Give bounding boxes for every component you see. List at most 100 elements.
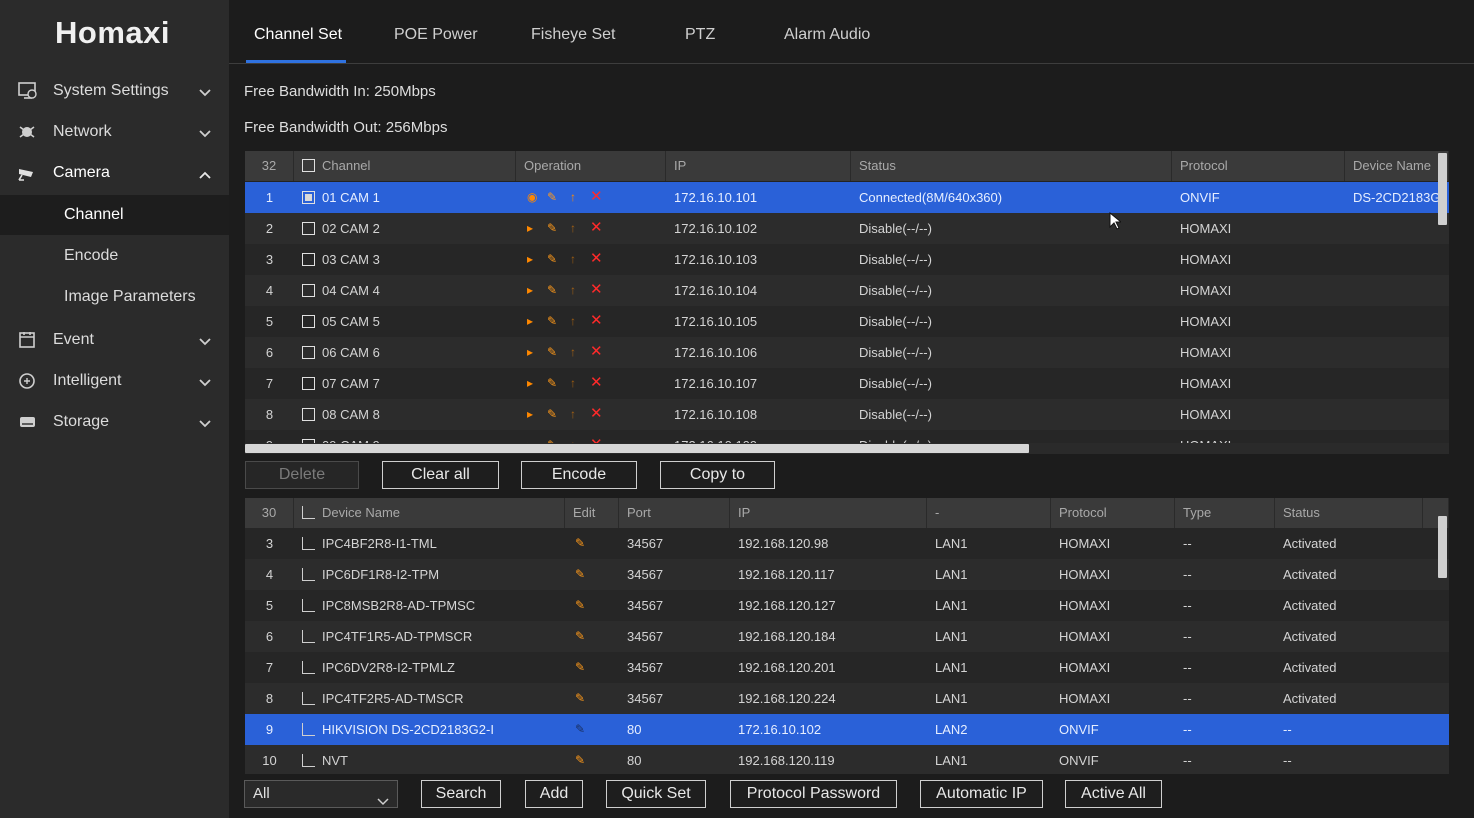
row-checkbox[interactable] (302, 408, 315, 422)
delete-icon[interactable]: ✕ (590, 336, 603, 367)
edit-icon[interactable]: ✎ (575, 528, 585, 559)
table-row[interactable]: 9 HIKVISION DS-2CD2183G2-I ✎ 80 172.16.10.10… (245, 714, 1449, 745)
copy-to-button[interactable]: Copy to (660, 461, 775, 489)
edit-icon[interactable]: ✎ (547, 244, 557, 275)
row-checkbox[interactable] (302, 599, 315, 613)
sidebar-item-intelligent[interactable]: Intelligent (0, 361, 229, 401)
edit-icon[interactable]: ✎ (547, 306, 557, 337)
row-checkbox[interactable] (302, 661, 315, 675)
encode-button[interactable]: Encode (521, 461, 637, 489)
hscroll-thumb[interactable] (245, 444, 1029, 453)
play-icon[interactable]: ▸ (527, 368, 533, 399)
play-icon[interactable]: ▸ (527, 244, 533, 275)
upload-icon[interactable]: ↑ (570, 244, 576, 275)
device-table-vscrollbar[interactable] (1438, 516, 1447, 578)
table-row[interactable]: 3 03 CAM 3 ▸ ✎ ↑ ✕ 172.16.10.103 Disable(--/--)… (245, 244, 1449, 275)
table-row[interactable]: 8 08 CAM 8 ▸ ✎ ↑ ✕ 172.16.10.108 Disable(--/--)… (245, 399, 1449, 430)
delete-icon[interactable]: ✕ (590, 305, 603, 336)
edit-icon[interactable]: ✎ (547, 368, 557, 399)
row-checkbox[interactable] (302, 253, 315, 267)
table-row[interactable]: 5 IPC8MSB2R8-AD-TPMSC ✎ 34567 192.168.120.12… (245, 590, 1449, 621)
edit-icon[interactable]: ✎ (575, 745, 585, 774)
row-checkbox[interactable] (302, 723, 315, 737)
row-checkbox[interactable] (302, 191, 315, 205)
filter-select[interactable]: All (244, 780, 398, 808)
table-row[interactable]: 6 IPC4TF1R5-AD-TPMSCR ✎ 34567 192.168.120.18… (245, 621, 1449, 652)
upload-icon[interactable]: ↑ (570, 213, 576, 244)
edit-icon[interactable]: ✎ (547, 182, 557, 213)
edit-icon[interactable]: ✎ (547, 275, 557, 306)
search-button[interactable]: Search (421, 780, 501, 808)
channel-table-vscrollbar[interactable] (1438, 153, 1447, 225)
upload-icon[interactable]: ↑ (570, 182, 576, 213)
delete-icon[interactable]: ✕ (590, 398, 603, 429)
table-row[interactable]: 3 IPC4BF2R8-I1-TML ✎ 34567 192.168.120.98 LAN… (245, 528, 1449, 559)
row-checkbox[interactable] (302, 568, 315, 582)
row-checkbox[interactable] (302, 630, 315, 644)
active-all-button[interactable]: Active All (1065, 780, 1162, 808)
sidebar-sub-encode[interactable]: Encode (0, 236, 229, 276)
header-channel[interactable]: Channel (294, 151, 516, 181)
quick-set-button[interactable]: Quick Set (606, 780, 706, 808)
table-row[interactable]: 6 06 CAM 6 ▸ ✎ ↑ ✕ 172.16.10.106 Disable(--/--)… (245, 337, 1449, 368)
play-icon[interactable]: ▸ (527, 275, 533, 306)
play-icon[interactable]: ◉ (527, 182, 537, 213)
row-checkbox[interactable] (302, 692, 315, 706)
sidebar-item-storage[interactable]: Storage (0, 402, 229, 442)
sidebar-sub-image-parameters[interactable]: Image Parameters (0, 277, 229, 317)
play-icon[interactable]: ▸ (527, 213, 533, 244)
delete-button[interactable]: Delete (245, 461, 359, 489)
play-icon[interactable]: ▸ (527, 337, 533, 368)
edit-icon[interactable]: ✎ (575, 683, 585, 714)
select-all-checkbox[interactable] (302, 159, 315, 173)
edit-icon[interactable]: ✎ (575, 590, 585, 621)
delete-icon[interactable]: ✕ (590, 181, 603, 212)
tab-ptz[interactable]: PTZ (685, 26, 715, 44)
channel-table-hscrollbar[interactable] (245, 443, 1449, 454)
edit-icon[interactable]: ✎ (547, 337, 557, 368)
row-checkbox[interactable] (302, 346, 315, 360)
upload-icon[interactable]: ↑ (570, 399, 576, 430)
tab-channel-set[interactable]: Channel Set (254, 26, 342, 44)
table-row[interactable]: 8 IPC4TF2R5-AD-TMSCR ✎ 34567 192.168.120.224… (245, 683, 1449, 714)
table-row[interactable]: 4 04 CAM 4 ▸ ✎ ↑ ✕ 172.16.10.104 Disable(--/--)… (245, 275, 1449, 306)
edit-icon[interactable]: ✎ (575, 652, 585, 683)
delete-icon[interactable]: ✕ (590, 274, 603, 305)
edit-icon[interactable]: ✎ (575, 559, 585, 590)
table-row[interactable]: 10 NVT ✎ 80 192.168.120.119 LAN1 ONVIF -- -- (245, 745, 1449, 774)
tab-fisheye-set[interactable]: Fisheye Set (531, 26, 615, 44)
delete-icon[interactable]: ✕ (590, 243, 603, 274)
upload-icon[interactable]: ↑ (570, 337, 576, 368)
row-checkbox[interactable] (302, 315, 315, 329)
sidebar-item-event[interactable]: Event (0, 320, 229, 360)
table-row[interactable]: 4 IPC6DF1R8-I2-TPM ✎ 34567 192.168.120.117 LA… (245, 559, 1449, 590)
sidebar-item-camera[interactable]: Camera (0, 153, 229, 193)
delete-icon[interactable]: ✕ (590, 367, 603, 398)
play-icon[interactable]: ▸ (527, 430, 533, 443)
edit-icon[interactable]: ✎ (547, 399, 557, 430)
row-checkbox[interactable] (302, 222, 315, 236)
row-checkbox[interactable] (302, 754, 315, 768)
table-row[interactable]: 2 02 CAM 2 ▸ ✎ ↑ ✕ 172.16.10.102 Disable(--/--)… (245, 213, 1449, 244)
clear-all-button[interactable]: Clear all (382, 461, 499, 489)
table-row[interactable]: 7 07 CAM 7 ▸ ✎ ↑ ✕ 172.16.10.107 Disable(--/--)… (245, 368, 1449, 399)
edit-icon[interactable]: ✎ (547, 430, 557, 443)
play-icon[interactable]: ▸ (527, 399, 533, 430)
row-checkbox[interactable] (302, 537, 315, 551)
row-checkbox[interactable] (302, 377, 315, 391)
select-all-checkbox[interactable] (302, 506, 315, 520)
automatic-ip-button[interactable]: Automatic IP (920, 780, 1043, 808)
table-row[interactable]: 5 05 CAM 5 ▸ ✎ ↑ ✕ 172.16.10.105 Disable(--/--)… (245, 306, 1449, 337)
add-button[interactable]: Add (525, 780, 583, 808)
upload-icon[interactable]: ↑ (570, 368, 576, 399)
sidebar-item-system-settings[interactable]: System Settings (0, 71, 229, 111)
protocol-password-button[interactable]: Protocol Password (730, 780, 897, 808)
tab-poe-power[interactable]: POE Power (394, 26, 478, 44)
upload-icon[interactable]: ↑ (570, 306, 576, 337)
play-icon[interactable]: ▸ (527, 306, 533, 337)
edit-icon[interactable]: ✎ (575, 621, 585, 652)
sidebar-sub-channel[interactable]: Channel (0, 195, 229, 235)
table-row[interactable]: 7 IPC6DV2R8-I2-TPMLZ ✎ 34567 192.168.120.201… (245, 652, 1449, 683)
upload-icon[interactable]: ↑ (570, 430, 576, 443)
upload-icon[interactable]: ↑ (570, 275, 576, 306)
